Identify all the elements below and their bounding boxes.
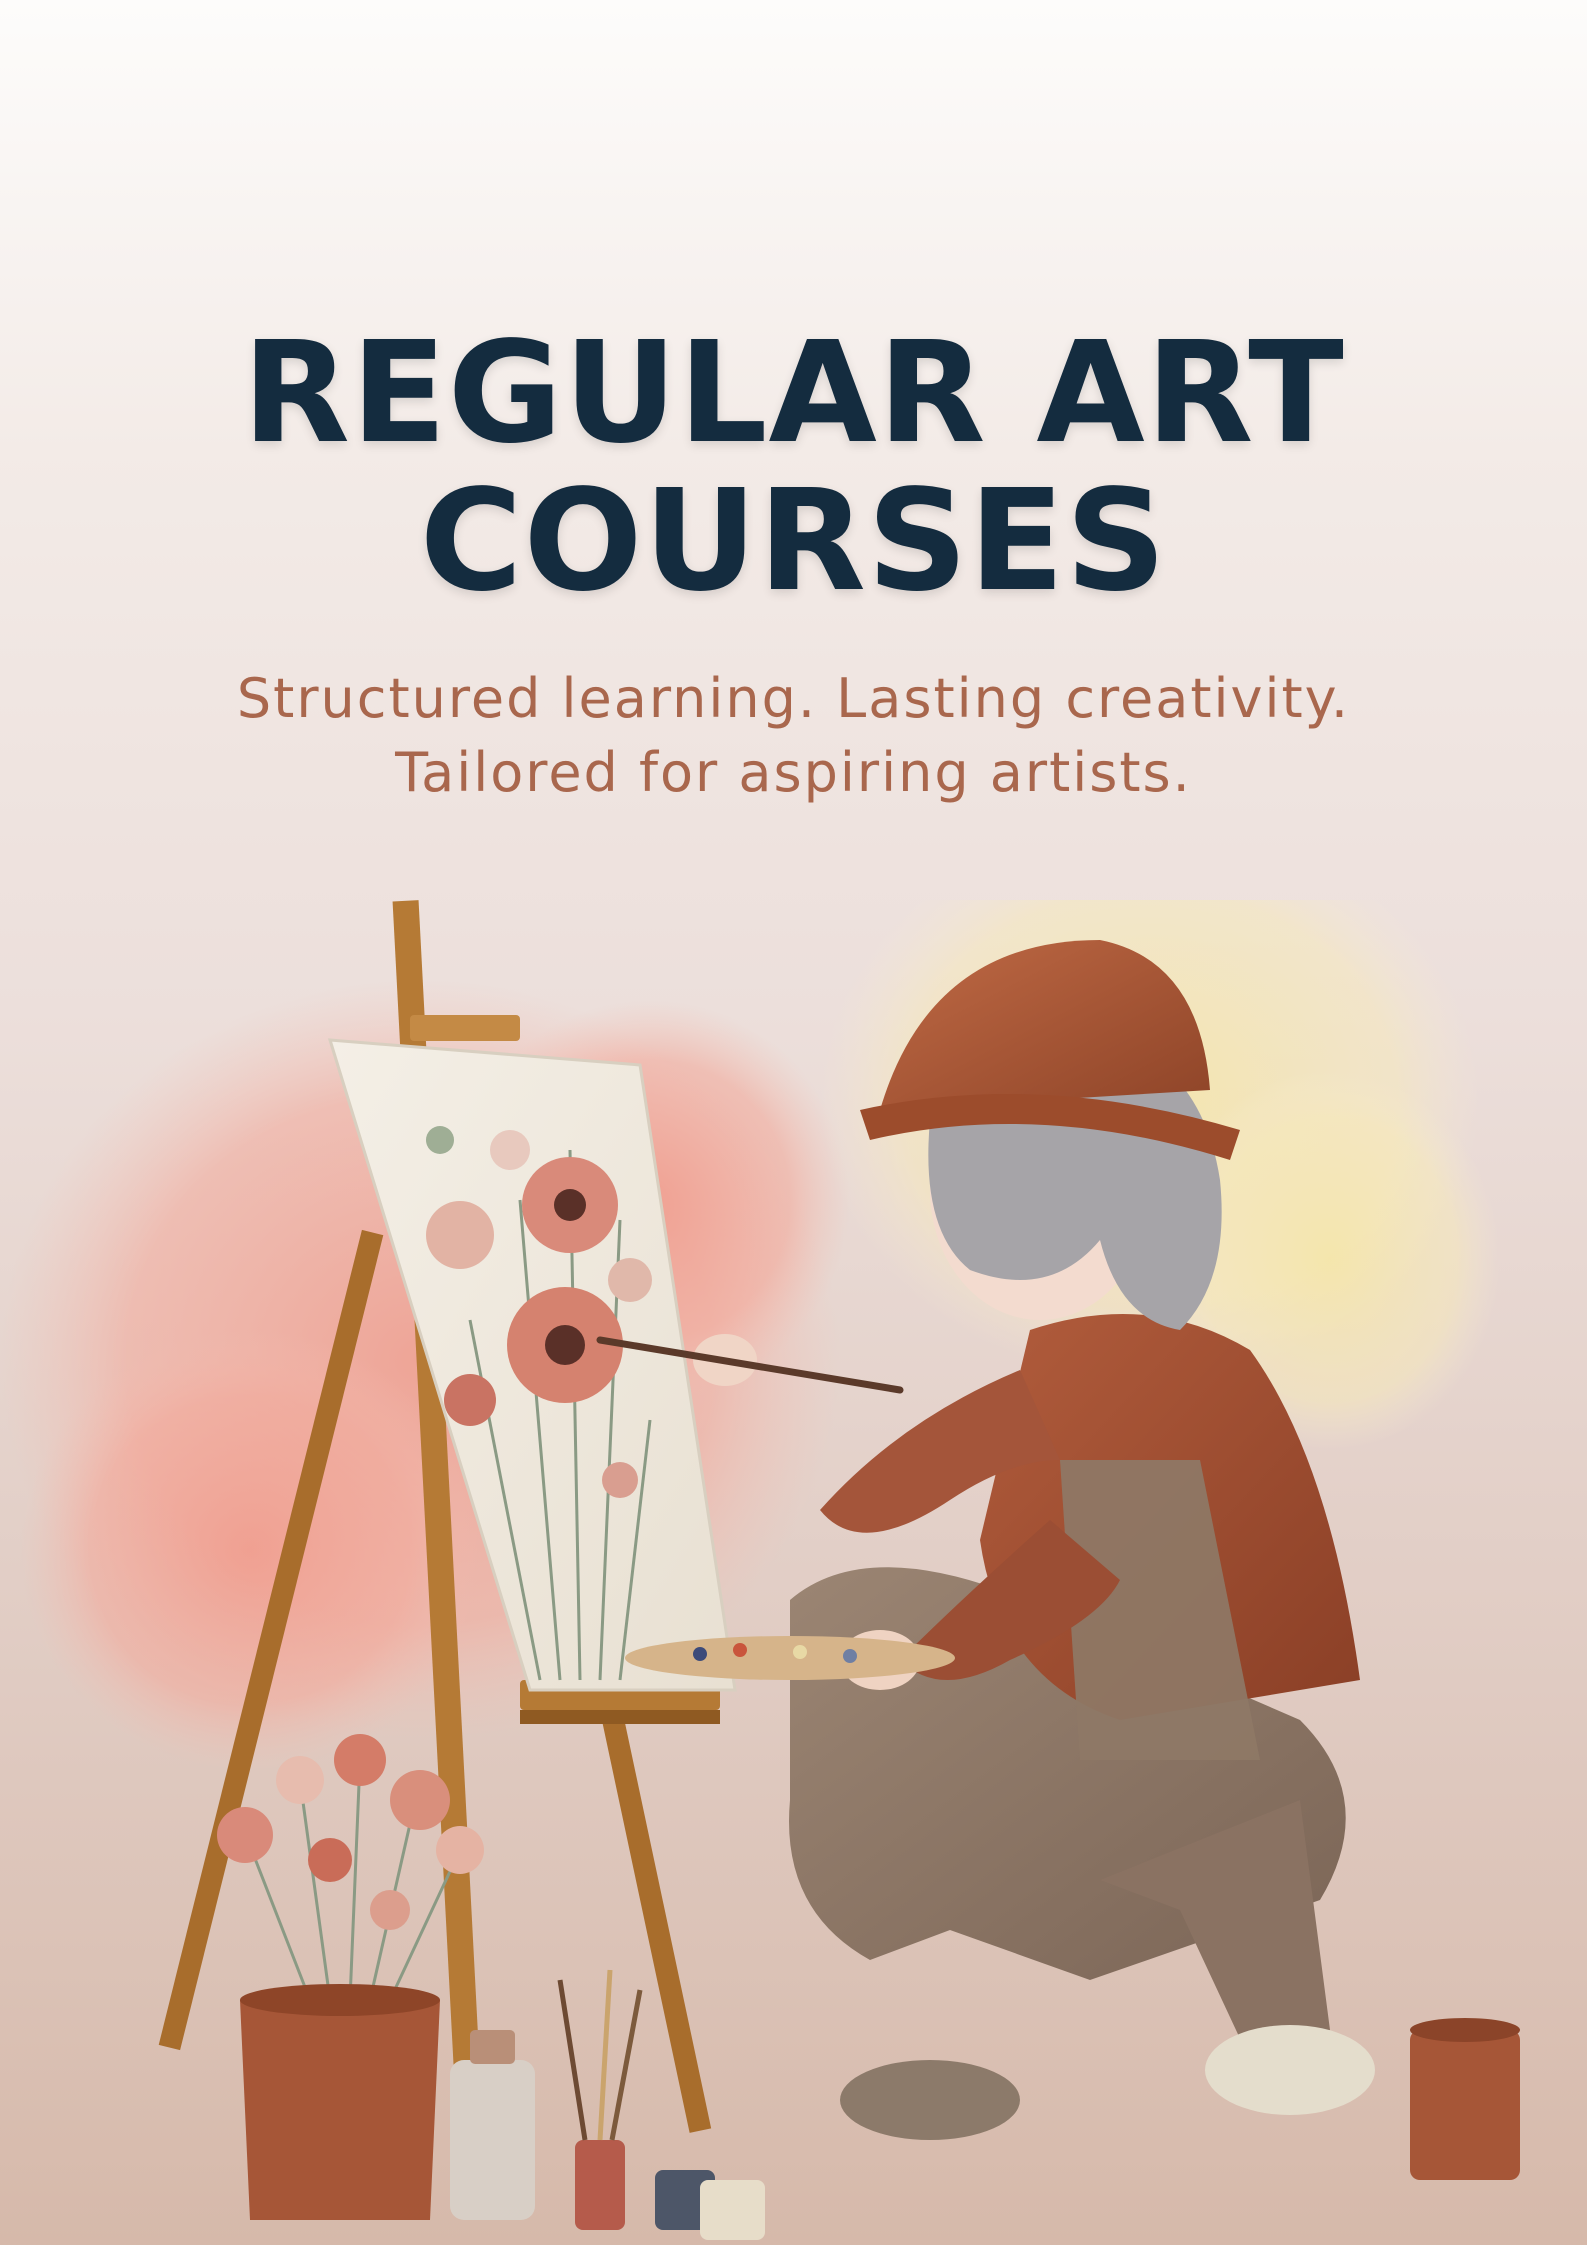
tagline-line-1: Structured learning. Lasting creativity. (236, 667, 1351, 730)
title-line-2: COURSES (419, 460, 1168, 623)
tagline: Structured learning. Lasting creativity.… (0, 662, 1587, 810)
tagline-line-2: Tailored for aspiring artists. (395, 741, 1192, 804)
palette-icon (625, 1636, 955, 1680)
painter-illustration (0, 900, 1520, 2240)
title-line-1: REGULAR ART (242, 312, 1345, 475)
poster: REGULAR ART COURSES Structured learning.… (0, 0, 1587, 2245)
flower-pot-icon (217, 1734, 484, 2220)
page-title: REGULAR ART COURSES (0, 320, 1587, 616)
